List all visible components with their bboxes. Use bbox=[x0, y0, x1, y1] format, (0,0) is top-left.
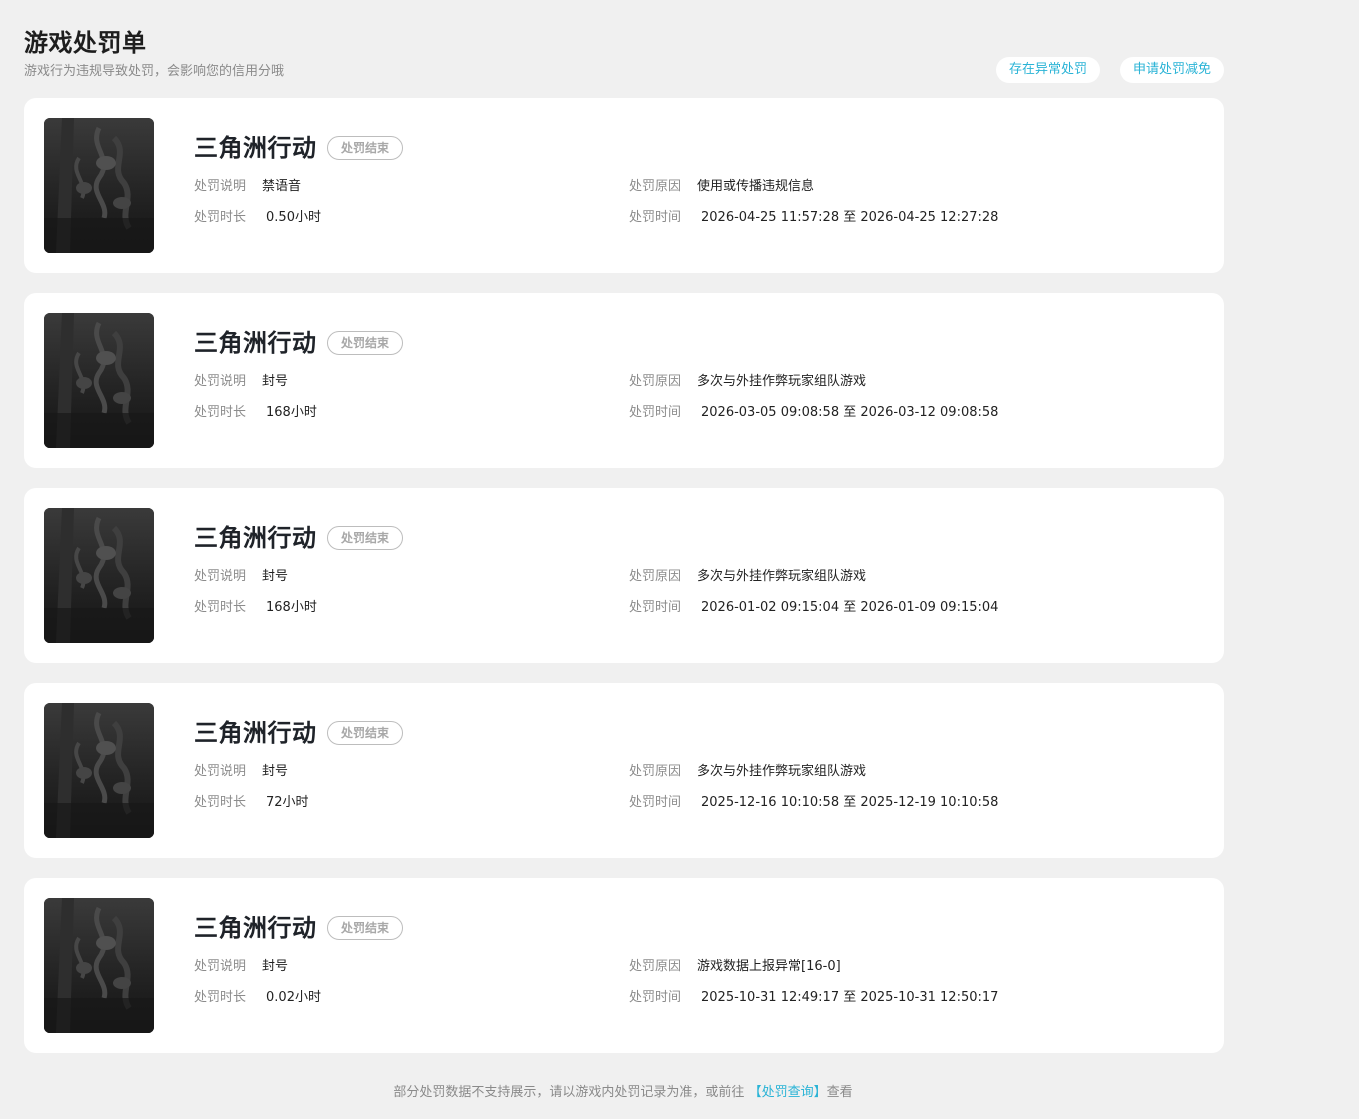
game-thumbnail bbox=[44, 898, 154, 1033]
penalty-desc-value: 封号 bbox=[262, 569, 289, 584]
penalty-desc-field: 处罚说明 禁语音 bbox=[194, 178, 301, 196]
penalty-page: 游戏处罚单 游戏行为违规导致处罚，会影响您的信用分哦 存在异常处罚 申请处罚减免 bbox=[0, 0, 1359, 1119]
game-cover-image bbox=[44, 313, 154, 448]
page-header: 游戏处罚单 游戏行为违规导致处罚，会影响您的信用分哦 存在异常处罚 申请处罚减免 bbox=[24, 26, 1224, 86]
status-badge: 处罚结束 bbox=[327, 916, 404, 940]
status-badge: 处罚结束 bbox=[327, 526, 404, 550]
penalty-time-field: 处罚时间 2025-12-16 10:10:58 至 2025-12-19 10:… bbox=[629, 794, 998, 812]
penalty-desc-value: 封号 bbox=[262, 764, 289, 779]
apply-penalty-reduction-button[interactable]: 申请处罚减免 bbox=[1119, 57, 1224, 83]
penalty-card[interactable]: 三角洲行动 处罚结束 处罚说明 封号 处罚时长 168小时 处罚原因 多次与外挂作弊玩… bbox=[24, 488, 1224, 663]
game-thumbnail bbox=[44, 118, 154, 253]
penalty-reason-field: 处罚原因 游戏数据上报异常[16-0] bbox=[629, 958, 841, 976]
penalty-time-value: 2026-01-02 09:15:04 至 2026-01-09 09:15:0… bbox=[701, 600, 999, 615]
penalty-desc-field: 处罚说明 封号 bbox=[194, 373, 288, 391]
penalty-time-field: 处罚时间 2026-03-05 09:08:58 至 2026-03-12 09:… bbox=[629, 404, 998, 422]
penalty-time-label: 处罚时间 bbox=[629, 795, 682, 810]
game-thumbnail bbox=[44, 313, 154, 448]
penalty-desc-label: 处罚说明 bbox=[194, 569, 247, 584]
penalty-reason-label: 处罚原因 bbox=[629, 764, 682, 779]
penalty-card[interactable]: 三角洲行动 处罚结束 处罚说明 封号 处罚时长 72小时 处罚原因 多次与外挂作弊玩家… bbox=[24, 683, 1224, 858]
game-name: 三角洲行动 bbox=[194, 719, 317, 747]
penalty-list: 三角洲行动 处罚结束 处罚说明 禁语音 处罚时长 0.50小时 处罚原因 使用或传播违… bbox=[24, 98, 1224, 1073]
penalty-reason-label: 处罚原因 bbox=[629, 959, 682, 974]
penalty-desc-field: 处罚说明 封号 bbox=[194, 958, 288, 976]
status-badge: 处罚结束 bbox=[327, 136, 404, 160]
game-name: 三角洲行动 bbox=[194, 524, 317, 552]
penalty-duration-value: 168小时 bbox=[266, 600, 317, 615]
penalty-duration-label: 处罚时长 bbox=[194, 600, 247, 615]
penalty-duration-value: 0.02小时 bbox=[266, 990, 321, 1005]
penalty-card[interactable]: 三角洲行动 处罚结束 处罚说明 封号 处罚时长 168小时 处罚原因 多次与外挂作弊玩… bbox=[24, 293, 1224, 468]
penalty-reason-label: 处罚原因 bbox=[629, 179, 682, 194]
penalty-duration-value: 168小时 bbox=[266, 405, 317, 420]
penalty-reason-field: 处罚原因 多次与外挂作弊玩家组队游戏 bbox=[629, 373, 866, 391]
penalty-desc-label: 处罚说明 bbox=[194, 179, 247, 194]
status-badge: 处罚结束 bbox=[327, 331, 404, 355]
penalty-time-label: 处罚时间 bbox=[629, 405, 682, 420]
penalty-time-value: 2025-12-16 10:10:58 至 2025-12-19 10:10:5… bbox=[701, 795, 999, 810]
penalty-reason-field: 处罚原因 多次与外挂作弊玩家组队游戏 bbox=[629, 568, 866, 586]
penalty-time-field: 处罚时间 2025-10-31 12:49:17 至 2025-10-31 12:… bbox=[629, 989, 998, 1007]
game-cover-image bbox=[44, 703, 154, 838]
abnormal-penalty-button[interactable]: 存在异常处罚 bbox=[995, 57, 1100, 83]
penalty-time-value: 2025-10-31 12:49:17 至 2025-10-31 12:50:1… bbox=[701, 990, 999, 1005]
game-thumbnail bbox=[44, 703, 154, 838]
penalty-desc-value: 封号 bbox=[262, 374, 289, 389]
game-cover-image bbox=[44, 898, 154, 1033]
penalty-reason-value: 使用或传播违规信息 bbox=[697, 179, 815, 194]
game-name: 三角洲行动 bbox=[194, 914, 317, 942]
game-cover-image bbox=[44, 508, 154, 643]
footer-text-end: 查看 bbox=[826, 1085, 853, 1100]
penalty-time-label: 处罚时间 bbox=[629, 210, 682, 225]
penalty-query-link[interactable]: 【处罚查询】 bbox=[749, 1085, 827, 1100]
header-actions: 存在异常处罚 申请处罚减免 bbox=[995, 57, 1224, 83]
penalty-reason-label: 处罚原因 bbox=[629, 569, 682, 584]
penalty-desc-value: 封号 bbox=[262, 959, 289, 974]
penalty-desc-field: 处罚说明 封号 bbox=[194, 763, 288, 781]
penalty-duration-value: 72小时 bbox=[266, 795, 309, 810]
game-name: 三角洲行动 bbox=[194, 329, 317, 357]
penalty-time-label: 处罚时间 bbox=[629, 600, 682, 615]
game-cover-image bbox=[44, 118, 154, 253]
penalty-time-field: 处罚时间 2026-01-02 09:15:04 至 2026-01-09 09:… bbox=[629, 599, 998, 617]
penalty-duration-field: 处罚时长 0.50小时 bbox=[194, 209, 321, 227]
penalty-time-value: 2026-04-25 11:57:28 至 2026-04-25 12:27:2… bbox=[701, 210, 999, 225]
penalty-duration-field: 处罚时长 72小时 bbox=[194, 794, 309, 812]
penalty-reason-field: 处罚原因 多次与外挂作弊玩家组队游戏 bbox=[629, 763, 866, 781]
penalty-duration-field: 处罚时长 168小时 bbox=[194, 599, 317, 617]
penalty-desc-label: 处罚说明 bbox=[194, 764, 247, 779]
status-badge: 处罚结束 bbox=[327, 721, 404, 745]
penalty-desc-field: 处罚说明 封号 bbox=[194, 568, 288, 586]
penalty-duration-label: 处罚时长 bbox=[194, 990, 247, 1005]
penalty-card[interactable]: 三角洲行动 处罚结束 处罚说明 封号 处罚时长 0.02小时 处罚原因 游戏数据上报异… bbox=[24, 878, 1224, 1053]
page-title: 游戏处罚单 bbox=[24, 29, 147, 57]
penalty-duration-label: 处罚时长 bbox=[194, 795, 247, 810]
penalty-duration-label: 处罚时长 bbox=[194, 405, 247, 420]
penalty-reason-field: 处罚原因 使用或传播违规信息 bbox=[629, 178, 814, 196]
penalty-desc-label: 处罚说明 bbox=[194, 959, 247, 974]
penalty-duration-field: 处罚时长 168小时 bbox=[194, 404, 317, 422]
penalty-time-value: 2026-03-05 09:08:58 至 2026-03-12 09:08:5… bbox=[701, 405, 999, 420]
penalty-reason-value: 多次与外挂作弊玩家组队游戏 bbox=[697, 374, 867, 389]
game-name: 三角洲行动 bbox=[194, 134, 317, 162]
penalty-time-field: 处罚时间 2026-04-25 11:57:28 至 2026-04-25 12:… bbox=[629, 209, 998, 227]
penalty-desc-value: 禁语音 bbox=[262, 179, 302, 194]
penalty-time-label: 处罚时间 bbox=[629, 990, 682, 1005]
penalty-duration-value: 0.50小时 bbox=[266, 210, 321, 225]
game-thumbnail bbox=[44, 508, 154, 643]
penalty-card[interactable]: 三角洲行动 处罚结束 处罚说明 禁语音 处罚时长 0.50小时 处罚原因 使用或传播违… bbox=[24, 98, 1224, 273]
footer-note: 部分处罚数据不支持展示，请以游戏内处罚记录为准，或前往 【处罚查询】查看 bbox=[0, 1084, 1246, 1102]
penalty-duration-label: 处罚时长 bbox=[194, 210, 247, 225]
penalty-reason-label: 处罚原因 bbox=[629, 374, 682, 389]
penalty-reason-value: 多次与外挂作弊玩家组队游戏 bbox=[697, 569, 867, 584]
penalty-duration-field: 处罚时长 0.02小时 bbox=[194, 989, 321, 1007]
footer-text: 部分处罚数据不支持展示，请以游戏内处罚记录为准，或前往 bbox=[393, 1085, 745, 1100]
penalty-reason-value: 多次与外挂作弊玩家组队游戏 bbox=[697, 764, 867, 779]
penalty-desc-label: 处罚说明 bbox=[194, 374, 247, 389]
page-subtitle: 游戏行为违规导致处罚，会影响您的信用分哦 bbox=[24, 64, 285, 79]
penalty-reason-value: 游戏数据上报异常[16-0] bbox=[697, 959, 841, 974]
